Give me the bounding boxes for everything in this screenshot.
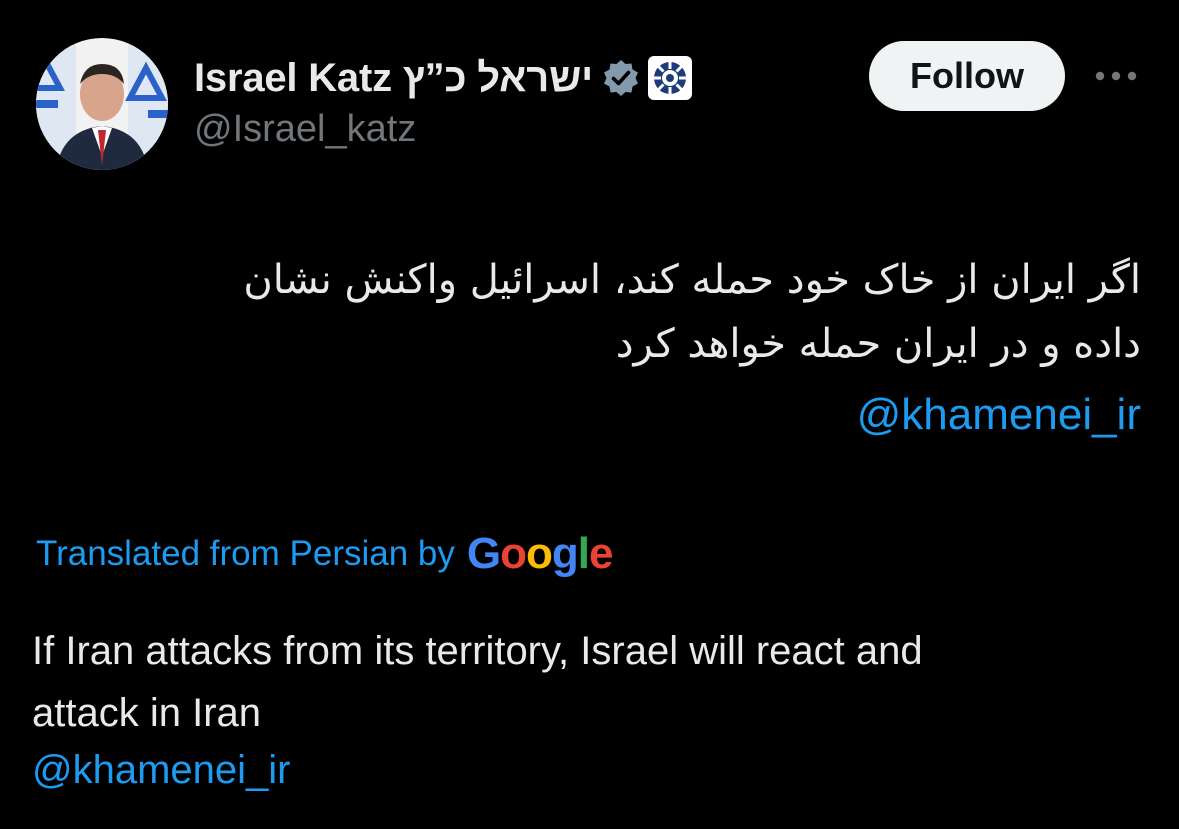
translation-line: If Iran attacks from its territory, Isra… <box>32 629 923 673</box>
post-original-line: اگر ایران از خاک خود حمله کند، اسرائیل و… <box>243 257 1141 303</box>
translated-label[interactable]: Translated from Persian by <box>36 534 455 574</box>
display-name[interactable]: Israel Katz ישראל כ”ץ <box>194 56 593 101</box>
translation-mention-link[interactable]: @khamenei_ir <box>32 748 291 793</box>
more-options-icon[interactable] <box>1090 56 1142 96</box>
post-original-line: داده و در ایران حمله خواهد کرد <box>615 321 1141 367</box>
verified-badge-icon[interactable] <box>601 58 641 98</box>
translation-line: attack in Iran <box>32 691 262 735</box>
post-original-text: اگر ایران از خاک خود حمله کند، اسرائیل و… <box>81 248 1141 376</box>
author-handle[interactable]: @Israel_katz <box>194 108 416 151</box>
author-name-row[interactable]: Israel Katz ישראל כ”ץ <box>194 50 693 106</box>
post-card: Israel Katz ישראל כ”ץ @Israel_katz Follo… <box>0 0 1179 829</box>
avatar-photo <box>36 38 168 170</box>
original-mention-link[interactable]: @khamenei_ir <box>857 390 1141 440</box>
affiliate-emblem-icon[interactable] <box>647 55 693 101</box>
follow-button[interactable]: Follow <box>869 41 1065 111</box>
translation-attribution[interactable]: Translated from Persian by Google <box>36 526 614 582</box>
google-logo: Google <box>466 529 614 578</box>
post-translation-text: If Iran attacks from its territory, Isra… <box>32 620 1132 744</box>
avatar[interactable] <box>36 38 168 170</box>
